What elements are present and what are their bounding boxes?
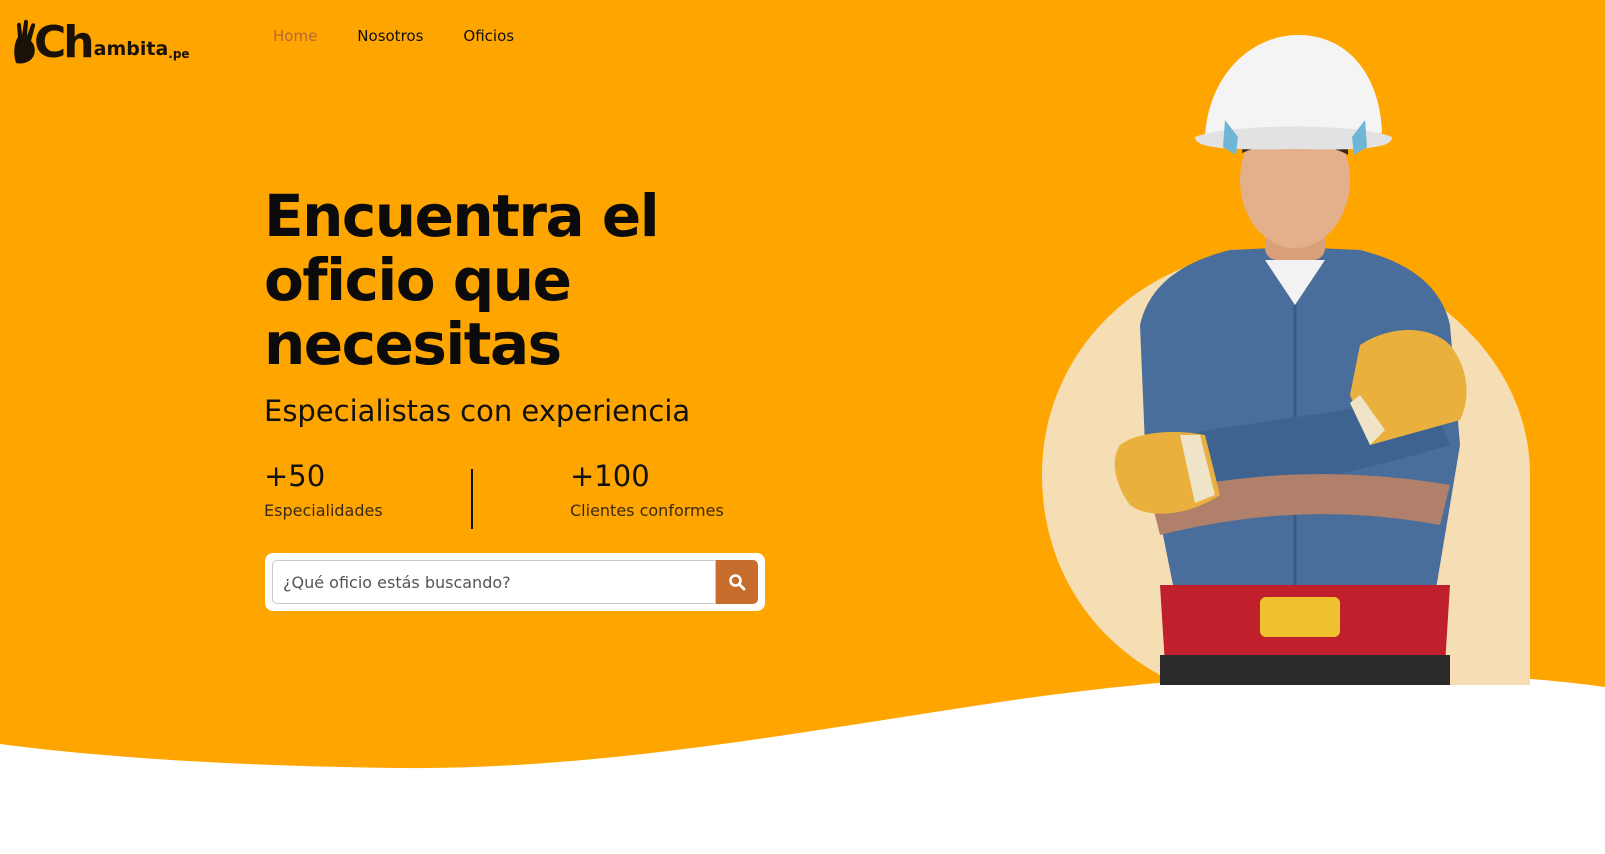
nav-link-home[interactable]: Home [273,27,317,45]
stat-divider [471,469,473,529]
stat-especialidades: +50 Especialidades [264,459,383,521]
search-box [265,553,765,611]
search-icon [729,574,746,591]
main-nav: Home Nosotros Oficios [273,27,514,45]
brand-logo[interactable]: Ch ambita .pe [12,10,190,65]
hero-subtitle: Especialistas con experiencia [264,394,691,428]
hero-title: Encuentra el oficio que necesitas [264,182,660,378]
logo-text: ambita [93,38,169,60]
nav-link-oficios[interactable]: Oficios [463,27,514,45]
stat-label: Especialidades [264,501,383,520]
construction-worker-image [1042,35,1530,685]
search-input[interactable] [272,560,716,604]
logo-ch: Ch [34,17,95,68]
stat-label: Clientes conformes [570,501,724,520]
stat-value: +100 [570,459,650,493]
search-button[interactable] [716,560,758,604]
stat-value: +50 [264,459,326,493]
nav-link-nosotros[interactable]: Nosotros [357,27,423,45]
logo-suffix: .pe [168,47,190,61]
stat-clientes: +100 Clientes conformes [570,459,724,521]
